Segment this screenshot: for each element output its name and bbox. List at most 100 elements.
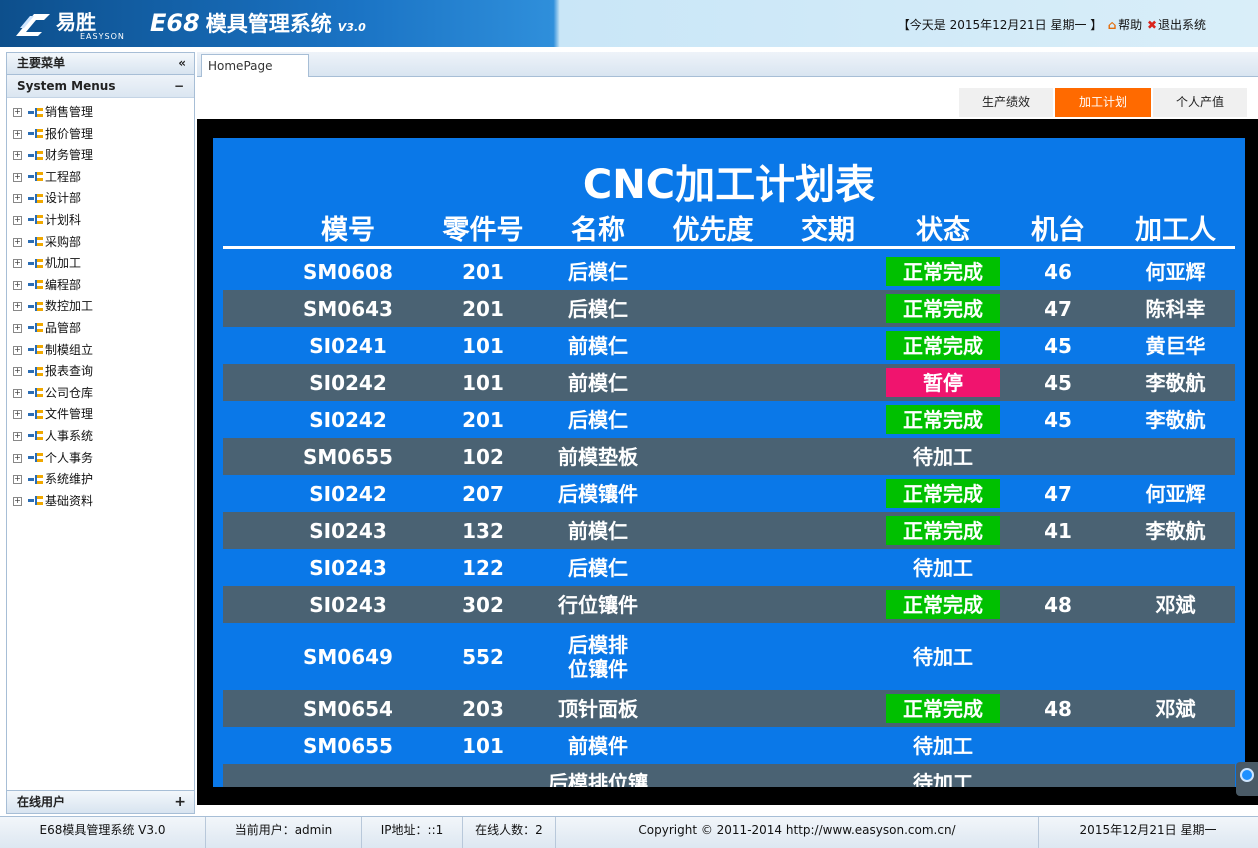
- status-cell: 待加工: [883, 727, 1003, 764]
- table-row: SM0643 201 后模仁 正常完成 47 陈科幸: [223, 290, 1235, 327]
- due-date-cell: [773, 727, 883, 764]
- expand-icon[interactable]: +: [13, 388, 22, 398]
- sidebar-menu-item[interactable]: + 人事系统: [13, 426, 194, 448]
- expand-icon[interactable]: +: [13, 151, 22, 161]
- mold-no-cell: SM0608: [303, 259, 393, 284]
- table-row: SM0655 101 前模件 待加工: [223, 727, 1235, 764]
- column-header: 交期: [801, 215, 855, 246]
- priority-cell: [653, 623, 773, 690]
- tree-node-icon: [28, 150, 43, 161]
- machine-cell: 48: [1044, 696, 1072, 721]
- sidebar-menu-item[interactable]: + 财务管理: [13, 145, 194, 167]
- status-cell: 正常完成: [883, 401, 1003, 438]
- sidebar-menu-item[interactable]: + 销售管理: [13, 102, 194, 124]
- expand-icon[interactable]: +: [13, 323, 22, 333]
- remote-support-widget[interactable]: [1236, 762, 1258, 796]
- expand-icon[interactable]: +: [13, 280, 22, 290]
- sidebar-menu-item[interactable]: + 公司仓库: [13, 383, 194, 405]
- board-title: CNC加工计划表: [582, 162, 876, 208]
- online-users-panel[interactable]: 在线用户 +: [7, 790, 194, 813]
- worker-cell: 陈科幸: [1145, 296, 1206, 321]
- priority-cell: [653, 438, 773, 475]
- table-row: SI0242 201 后模仁 正常完成 45 李敬航: [223, 401, 1235, 438]
- expand-icon[interactable]: +: [13, 259, 22, 269]
- home-icon[interactable]: ⌂: [1106, 18, 1118, 32]
- expand-icon[interactable]: +: [13, 431, 22, 441]
- due-date-cell: [773, 438, 883, 475]
- part-name-cell: 前模件: [568, 733, 628, 758]
- sidebar-menu-item[interactable]: + 系统维护: [13, 469, 194, 491]
- machine-cell: [1003, 764, 1113, 787]
- status-badge: 待加工: [913, 555, 973, 580]
- tree-node-icon: [28, 258, 43, 269]
- sidebar-menu-item[interactable]: + 设计部: [13, 188, 194, 210]
- collapse-section-button[interactable]: −: [174, 75, 184, 97]
- worker-cell: 邓斌: [1155, 592, 1196, 617]
- logo: 易胜 EASYSON: [14, 6, 124, 42]
- part-name-cell: 前模垫板: [558, 444, 638, 469]
- sidebar-menu-item[interactable]: + 计划科: [13, 210, 194, 232]
- part-name-cell: 后模仁: [568, 407, 628, 432]
- priority-cell: [653, 364, 773, 401]
- expand-icon[interactable]: +: [13, 453, 22, 463]
- help-link[interactable]: 帮助: [1118, 18, 1142, 32]
- table-row: SM0608 201 后模仁 正常完成 46 何亚辉: [223, 253, 1235, 290]
- expand-icon[interactable]: +: [13, 237, 22, 247]
- tab-homepage[interactable]: HomePage: [201, 54, 309, 77]
- status-badge: 正常完成: [886, 331, 1000, 360]
- expand-icon[interactable]: +: [13, 410, 22, 420]
- sidebar-menu-item[interactable]: + 基础资料: [13, 491, 194, 513]
- sidebar-menu-label: 品管部: [45, 320, 82, 335]
- sidebar-menu-label: 系统维护: [45, 472, 94, 487]
- status-cell: 正常完成: [883, 586, 1003, 623]
- table-body: SM0608 201 后模仁 正常完成 46 何亚辉 SM0643 201 后模仁 正常完成 47 陈…: [223, 253, 1235, 787]
- sidebar-menu-label: 制模组立: [45, 342, 94, 357]
- worker-cell: 李敬航: [1145, 407, 1206, 432]
- status-cell: 正常完成: [883, 290, 1003, 327]
- sidebar-menu-item[interactable]: + 工程部: [13, 167, 194, 189]
- machine-cell: 48: [1044, 592, 1072, 617]
- expand-icon[interactable]: +: [13, 496, 22, 506]
- expand-online-button[interactable]: +: [174, 791, 186, 813]
- table-row: SI0242 207 后模镶件 正常完成 47 何亚辉: [223, 475, 1235, 512]
- logout-link[interactable]: 退出系统: [1158, 18, 1206, 32]
- expand-icon[interactable]: +: [13, 367, 22, 377]
- mold-no-cell: SM0655: [303, 733, 393, 758]
- sidebar-menu-item[interactable]: + 采购部: [13, 232, 194, 254]
- sidebar-menu-item[interactable]: + 个人事务: [13, 448, 194, 470]
- expand-icon[interactable]: +: [13, 129, 22, 139]
- system-name: 模具管理系统: [205, 12, 332, 36]
- sidebar-menu-item[interactable]: + 报价管理: [13, 124, 194, 146]
- worker-cell: 邓斌: [1155, 696, 1196, 721]
- system-menus-header[interactable]: System Menus −: [7, 75, 194, 98]
- expand-icon[interactable]: +: [13, 345, 22, 355]
- expand-icon[interactable]: +: [13, 108, 22, 117]
- due-date-cell: [773, 764, 883, 787]
- machining-plan-button[interactable]: 加工计划: [1055, 88, 1151, 117]
- close-icon[interactable]: ✖: [1146, 18, 1158, 32]
- tree-node-icon: [28, 280, 43, 290]
- sidebar-menu-item[interactable]: + 报表查询: [13, 361, 194, 383]
- expand-icon[interactable]: +: [13, 194, 22, 204]
- production-performance-button[interactable]: 生产绩效: [959, 88, 1053, 117]
- personal-output-button[interactable]: 个人产值: [1153, 88, 1247, 117]
- sidebar-menu-item[interactable]: + 数控加工: [13, 296, 194, 318]
- sidebar-menu-label: 销售管理: [45, 105, 94, 119]
- collapse-sidebar-button[interactable]: «: [178, 53, 186, 74]
- expand-icon[interactable]: +: [13, 302, 22, 312]
- sidebar-menu-item[interactable]: + 文件管理: [13, 404, 194, 426]
- part-name-cell: 后模仁: [568, 555, 628, 580]
- sidebar-menu-item[interactable]: + 机加工: [13, 253, 194, 275]
- sidebar-menu-item[interactable]: + 制模组立: [13, 340, 194, 362]
- expand-icon[interactable]: +: [13, 215, 22, 225]
- mold-no-cell: [273, 764, 423, 787]
- system-code: E68: [150, 9, 200, 37]
- machine-cell: 46: [1044, 259, 1072, 284]
- tree-node-icon: [28, 345, 43, 355]
- expand-icon[interactable]: +: [13, 172, 22, 182]
- sidebar-menu-item[interactable]: + 编程部: [13, 275, 194, 297]
- column-header: 机台: [1031, 215, 1085, 246]
- priority-cell: [653, 512, 773, 549]
- sidebar-menu-item[interactable]: + 品管部: [13, 318, 194, 340]
- expand-icon[interactable]: +: [13, 475, 22, 485]
